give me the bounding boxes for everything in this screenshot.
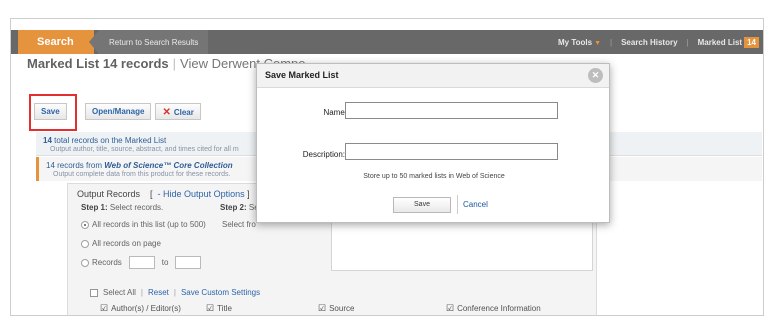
dialog-save-button[interactable]: Save [393,197,451,213]
description-field[interactable] [345,143,558,160]
storage-note: Store up to 50 marked lists in Web of Sc… [363,173,505,180]
description-label: Description: [302,150,345,159]
button-divider [457,195,458,214]
close-icon[interactable]: ✕ [588,68,603,83]
name-label: Name: [323,108,347,117]
save-marked-list-dialog: Save Marked List ✕ Name: Description: St… [256,63,610,223]
name-field[interactable] [345,102,558,119]
dialog-cancel-link[interactable]: Cancel [463,200,488,209]
dialog-title: Save Marked List [257,64,609,88]
